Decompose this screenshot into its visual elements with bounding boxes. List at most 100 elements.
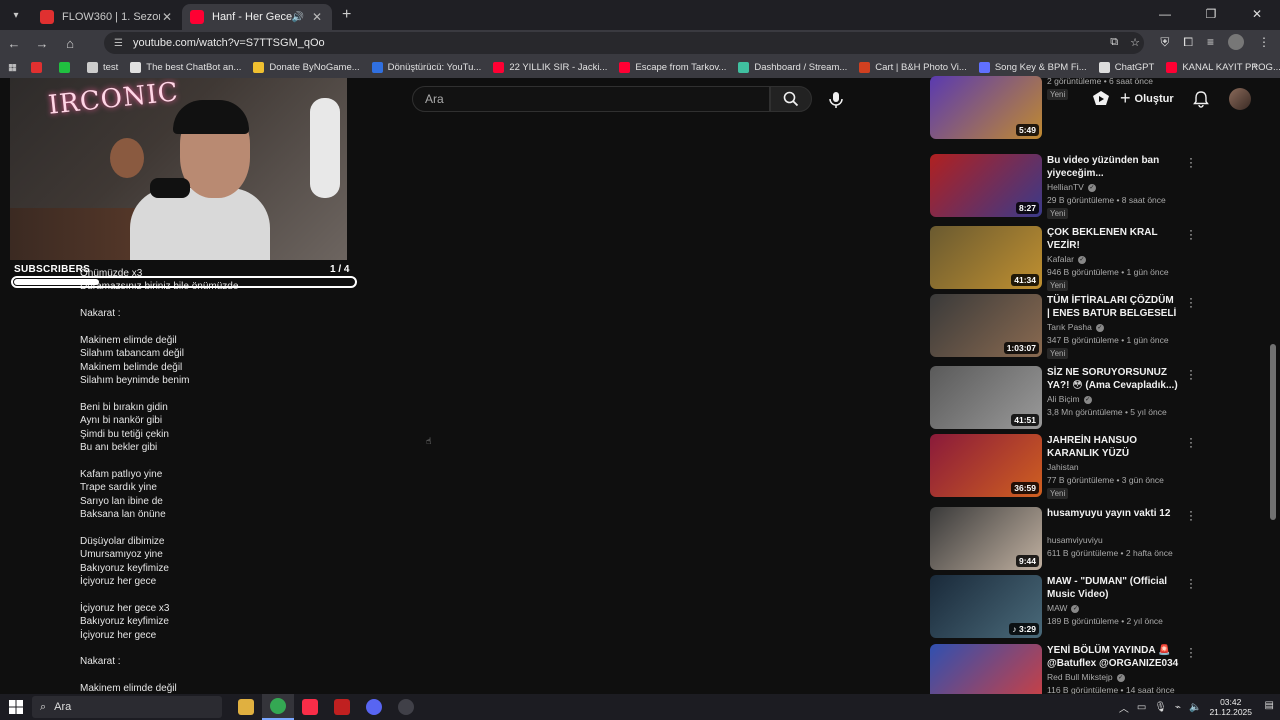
minimize-button[interactable]: — xyxy=(1142,0,1188,28)
video-duration: 5:49 xyxy=(1015,124,1039,136)
channel-name[interactable]: husamviyuviyu xyxy=(1047,535,1103,545)
bookmark-item[interactable]: Song Key & BPM Fi... xyxy=(978,61,1087,73)
bookmarks-overflow-icon[interactable]: » xyxy=(1253,60,1258,71)
channel-name[interactable]: Kafalar ✓ xyxy=(1047,254,1086,264)
more-options-icon[interactable]: · · · xyxy=(1188,505,1194,525)
related-video-item[interactable]: 41:51 SİZ NE SORUYORSUNUZ YA?! 😳 (Ama Cev… xyxy=(930,364,1200,430)
bookmark-item[interactable]: Dönüştürücü: YouTu... xyxy=(371,61,481,73)
close-window-button[interactable]: ✕ xyxy=(1234,0,1280,28)
page-scrollbar[interactable] xyxy=(1270,344,1276,520)
restore-button[interactable]: ❐ xyxy=(1188,0,1234,28)
tab-close-icon[interactable]: ✕ xyxy=(160,10,174,24)
start-button[interactable] xyxy=(0,700,32,714)
channel-name[interactable]: Red Bull Mikstejp ✓ xyxy=(1047,672,1125,682)
bookmark-item[interactable]: Donate ByNoGame... xyxy=(253,61,360,73)
channel-name[interactable]: Jahistan xyxy=(1047,462,1079,472)
plus-icon[interactable]: + xyxy=(342,6,351,24)
taskbar-app-voicemeeter[interactable] xyxy=(326,694,358,720)
speaker-icon[interactable]: 🔊 xyxy=(292,12,304,23)
back-icon[interactable]: ← xyxy=(0,36,28,51)
microphone-icon[interactable] xyxy=(826,90,846,110)
video-title[interactable]: YENİ BÖLÜM YAYINDA 🚨 @Batuflex @ORGANIZE… xyxy=(1047,644,1179,670)
forward-icon[interactable]: → xyxy=(28,36,56,51)
related-video-item[interactable]: 41:34 ÇOK BEKLENEN KRAL VEZİR! Kafalar ✓ 946… xyxy=(930,224,1200,291)
more-options-icon[interactable]: · · · xyxy=(1188,642,1194,662)
more-options-icon[interactable]: · · · xyxy=(1188,432,1194,452)
video-title[interactable]: husamyuyu yayın vakti 12 xyxy=(1047,507,1179,520)
device-icon[interactable]: ▭ xyxy=(1137,702,1146,713)
clock[interactable]: 03:42 21.12.2025 xyxy=(1209,697,1252,717)
tab-search-button[interactable]: ▾ xyxy=(4,4,28,26)
taskbar-app-discord[interactable] xyxy=(358,694,390,720)
microphone-tray-icon[interactable]: 🎙 xyxy=(1154,702,1167,713)
account-avatar[interactable] xyxy=(1229,88,1251,110)
more-options-icon[interactable]: · · · xyxy=(1188,224,1194,244)
bookmark-item[interactable]: Escape from Tarkov... xyxy=(619,61,726,73)
video-thumbnail[interactable]: 9:44 xyxy=(930,507,1042,570)
search-button[interactable] xyxy=(770,86,812,112)
apps-grid-icon[interactable]: ▦ xyxy=(8,62,17,73)
related-video-item[interactable]: 36:59 JAHREİN HANSUO KARANLIK YÜZÜ VİDEOS… xyxy=(930,432,1200,499)
bookmark-item[interactable]: test xyxy=(86,61,118,73)
lyrics-line: Makinem belimde değil xyxy=(80,361,183,373)
bookmark-item[interactable]: The best ChatBot an... xyxy=(130,61,241,73)
taskbar-app-file-explorer[interactable] xyxy=(230,694,262,720)
bookmark-item[interactable] xyxy=(30,61,47,73)
install-icon[interactable]: ⧉ xyxy=(1110,36,1118,49)
video-thumbnail[interactable]: 41:34 xyxy=(930,226,1042,289)
notification-center-icon[interactable]: ▤ xyxy=(1265,700,1274,711)
channel-name[interactable]: HellianTV ✓ xyxy=(1047,182,1096,192)
taskbar-app-chrome[interactable] xyxy=(262,694,294,720)
media-icon[interactable]: ≡ xyxy=(1207,35,1214,49)
shield-icon[interactable]: ⛨ xyxy=(1160,35,1169,50)
site-info-icon[interactable]: ☰ xyxy=(114,38,123,49)
related-video-item[interactable]: 8:27 Bu video yüzünden ban yiyeceğim... He… xyxy=(930,152,1200,219)
search-input[interactable]: Ara xyxy=(412,86,770,112)
video-title[interactable]: MAW - "DUMAN" (Official Music Video) xyxy=(1047,575,1179,601)
more-options-icon[interactable]: · · · xyxy=(1188,364,1194,384)
bookmark-item[interactable]: ChatGPT xyxy=(1098,61,1154,73)
related-video-item[interactable]: 9:44 husamyuyu yayın vakti 12 husamviyuviy… xyxy=(930,505,1200,571)
bookmark-item[interactable]: Cart | B&H Photo Vi... xyxy=(859,61,967,73)
chevron-up-icon[interactable]: ︿ xyxy=(1119,700,1129,715)
bookmark-item[interactable] xyxy=(58,61,75,73)
video-thumbnail[interactable]: 1:03:07 xyxy=(930,294,1042,357)
menu-dots-icon[interactable]: ⋮ xyxy=(1258,35,1270,49)
channel-name-text: Tarık Pasha xyxy=(1047,322,1092,332)
bookmark-item[interactable]: KANAL KAYIT PROG... xyxy=(1166,61,1280,73)
video-thumbnail[interactable]: ♪ 3:29 xyxy=(930,575,1042,638)
channel-name[interactable]: MAW ✓ xyxy=(1047,603,1080,613)
channel-name[interactable]: Tarık Pasha ✓ xyxy=(1047,322,1104,332)
tab-youtube-hanf[interactable]: Hanf - Her Gece - YouTube 🔊 ✕ xyxy=(182,4,332,30)
video-title[interactable]: SİZ NE SORUYORSUNUZ YA?! 😳 (Ama Cevaplad… xyxy=(1047,366,1179,392)
video-title[interactable]: Bu video yüzünden ban yiyeceğim... xyxy=(1047,154,1179,180)
video-thumbnail[interactable]: 5:49 xyxy=(930,76,1042,139)
tab-flow360[interactable]: FLOW360 | 1. Sezon 2. Bölüm ✕ xyxy=(32,4,182,30)
bookmark-item[interactable]: Dashboard / Stream... xyxy=(738,61,847,73)
video-title[interactable]: TÜM İFTİRALARI ÇÖZDÜM | ENES BATUR BELGE… xyxy=(1047,294,1179,320)
channel-name[interactable]: Ali Biçim ✓ xyxy=(1047,394,1092,404)
more-options-icon[interactable]: · · · xyxy=(1188,573,1194,593)
video-thumbnail[interactable]: 36:59 xyxy=(930,434,1042,497)
volume-icon[interactable]: 🔈 xyxy=(1189,702,1201,713)
network-icon[interactable]: ⌁ xyxy=(1175,702,1181,713)
video-thumbnail[interactable]: 8:27 xyxy=(930,154,1042,217)
profile-avatar-icon[interactable] xyxy=(1228,34,1244,50)
related-video-item[interactable]: 1:03:07 TÜM İFTİRALARI ÇÖZDÜM | ENES BATU… xyxy=(930,292,1200,359)
related-video-item[interactable]: 5:49 2 görüntüleme • 6 saat önce Yeni xyxy=(930,76,1200,140)
video-title[interactable]: JAHREİN HANSUO KARANLIK YÜZÜ VİDEOSUNU İ… xyxy=(1047,434,1179,460)
video-title[interactable]: ÇOK BEKLENEN KRAL VEZİR! xyxy=(1047,226,1179,252)
bookmark-star-icon[interactable]: ☆ xyxy=(1130,36,1140,49)
taskbar-app-music[interactable] xyxy=(294,694,326,720)
taskbar-app-obs[interactable] xyxy=(390,694,422,720)
url-bar[interactable]: ☰ youtube.com/watch?v=S7TTSGM_qOo xyxy=(104,32,1144,54)
related-video-item[interactable]: ♪ 3:29 MAW - "DUMAN" (Official Music Vide… xyxy=(930,573,1200,639)
video-thumbnail[interactable]: 41:51 xyxy=(930,366,1042,429)
taskbar-search-box[interactable]: ⌕ Ara xyxy=(32,696,222,718)
home-icon[interactable]: ⌂ xyxy=(56,36,84,51)
extensions-icon[interactable]: ⧠ xyxy=(1183,35,1193,50)
more-options-icon[interactable]: · · · xyxy=(1188,152,1194,172)
bookmark-item[interactable]: 22 YILLIK SIR - Jacki... xyxy=(493,61,607,73)
more-options-icon[interactable]: · · · xyxy=(1188,292,1194,312)
tab-close-icon[interactable]: ✕ xyxy=(310,10,324,24)
